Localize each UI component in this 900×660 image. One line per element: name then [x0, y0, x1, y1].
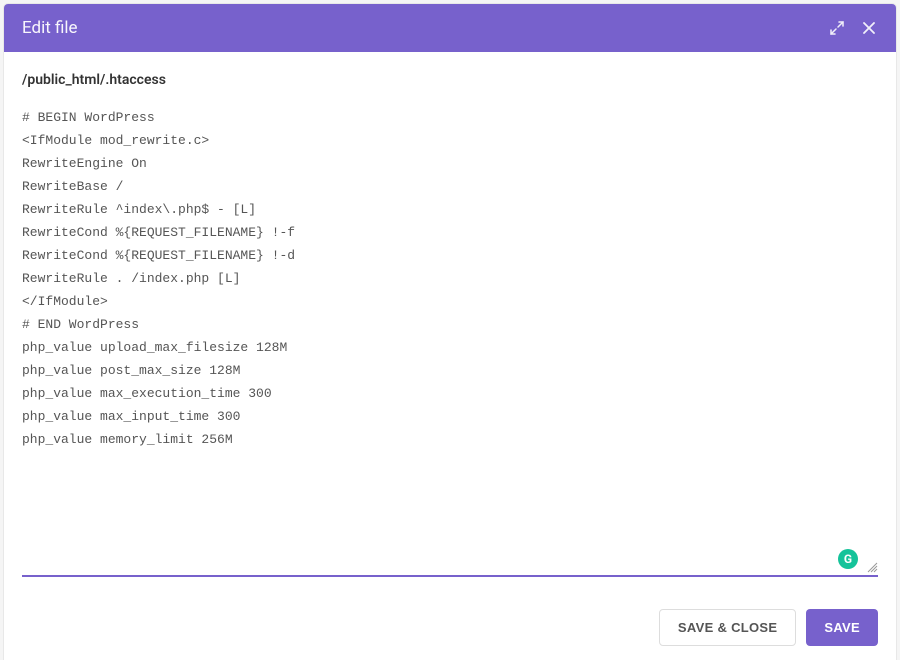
edit-file-modal: Edit file /public_html/.htaccess — [4, 4, 896, 660]
close-icon[interactable] — [860, 19, 878, 37]
file-content-editor[interactable] — [22, 106, 878, 575]
modal-header: Edit file — [4, 4, 896, 52]
expand-icon[interactable] — [828, 19, 846, 37]
modal-footer: SAVE & CLOSE SAVE — [4, 595, 896, 660]
resize-handle[interactable] — [866, 561, 878, 573]
modal-header-actions — [828, 19, 878, 37]
editor-wrapper: G — [22, 106, 878, 577]
modal-title: Edit file — [22, 18, 78, 38]
save-close-button[interactable]: SAVE & CLOSE — [659, 609, 796, 646]
save-button[interactable]: SAVE — [806, 609, 878, 646]
file-path: /public_html/.htaccess — [22, 72, 878, 88]
grammarly-icon[interactable]: G — [838, 549, 858, 569]
modal-body: /public_html/.htaccess G — [4, 52, 896, 595]
